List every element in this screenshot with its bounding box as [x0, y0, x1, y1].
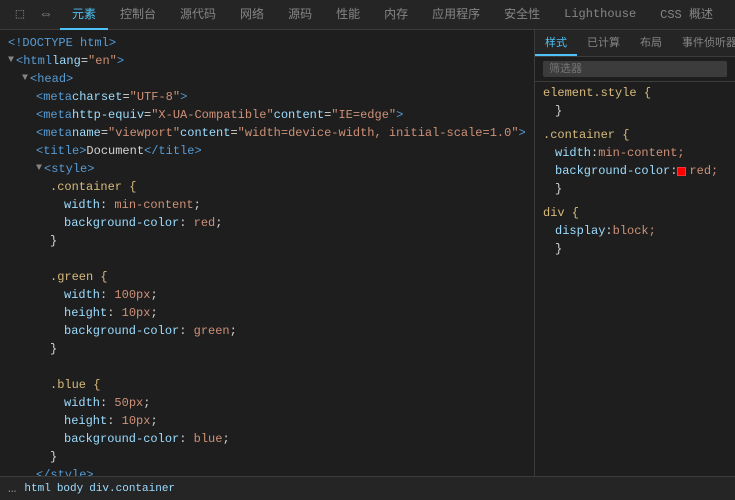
container-width-line: width: min-content;	[543, 144, 727, 162]
line-container-end: }	[0, 232, 534, 250]
line-blue-selector: .blue {	[0, 376, 534, 394]
element-style-end-brace: }	[543, 102, 727, 120]
line-blue-bgcolor: background-color: blue;	[0, 430, 534, 448]
line-style: <style>	[0, 160, 534, 178]
bottom-bar: … html body div.container	[0, 476, 735, 500]
line-head: <head>	[0, 70, 534, 88]
line-blue-height: height: 10px;	[0, 412, 534, 430]
container-style-rule: .container { width: min-content; backgro…	[543, 128, 727, 198]
element-style-selector: element.style {	[543, 86, 727, 100]
line-style-end: </style>	[0, 466, 534, 476]
styles-content: element.style { } .container { width: mi…	[535, 82, 735, 476]
tab-network[interactable]: 网络	[228, 0, 276, 30]
tab-sourcecode[interactable]: 源码	[276, 0, 324, 30]
line-doctype: <!DOCTYPE html>	[0, 34, 534, 52]
line-blank2	[0, 358, 534, 376]
line-blue-end: }	[0, 448, 534, 466]
line-title: <title>Document</title>	[0, 142, 534, 160]
line-container-selector: .container {	[0, 178, 534, 196]
container-end-brace: }	[543, 180, 727, 198]
tab-event-listeners[interactable]: 事件侦听器	[672, 30, 735, 56]
main-tab-bar: 元素 控制台 源代码 网络 源码 性能 内存 应用程序 安全性 Lighthou…	[60, 0, 725, 30]
tab-elements[interactable]: 元素	[60, 0, 108, 30]
tab-styles[interactable]: 样式	[535, 30, 577, 56]
tab-application[interactable]: 应用程序	[420, 0, 492, 30]
div-end-brace: }	[543, 240, 727, 258]
line-green-width: width: 100px;	[0, 286, 534, 304]
styles-tab-bar: 样式 已计算 布局 事件侦听器	[535, 30, 735, 57]
tab-performance[interactable]: 性能	[324, 0, 372, 30]
div-style-rule: div { display: block; }	[543, 206, 727, 258]
tab-css-overview[interactable]: CSS 概述	[648, 0, 725, 30]
breadcrumb-body[interactable]: body	[57, 483, 83, 495]
line-meta-viewport: <meta name="viewport" content="width=dev…	[0, 124, 534, 142]
inspect-icon[interactable]: ⬚	[8, 3, 32, 27]
tab-console[interactable]: 控制台	[108, 0, 168, 30]
line-green-selector: .green {	[0, 268, 534, 286]
tab-layout[interactable]: 布局	[630, 30, 672, 56]
styles-panel: 样式 已计算 布局 事件侦听器 element.style { } .conta…	[535, 30, 735, 476]
line-width: width: min-content;	[0, 196, 534, 214]
container-selector: .container {	[543, 128, 727, 142]
line-green-end: }	[0, 340, 534, 358]
line-blank1	[0, 250, 534, 268]
div-selector: div {	[543, 206, 727, 220]
line-bgcolor: background-color: red;	[0, 214, 534, 232]
filter-input[interactable]	[543, 61, 727, 77]
devtools-toolbar: ⬚ ⇔ 元素 控制台 源代码 网络 源码 性能 内存 应用程序 安全性 Ligh…	[0, 0, 735, 30]
breadcrumb-html[interactable]: html	[24, 483, 50, 495]
tab-security[interactable]: 安全性	[492, 0, 552, 30]
tab-lighthouse[interactable]: Lighthouse	[552, 0, 648, 30]
tab-memory[interactable]: 内存	[372, 0, 420, 30]
ellipsis-icon: …	[8, 481, 16, 497]
container-bgcolor-line: background-color: red;	[543, 162, 727, 180]
line-green-height: height: 10px;	[0, 304, 534, 322]
line-blue-width: width: 50px;	[0, 394, 534, 412]
tab-sources[interactable]: 源代码	[168, 0, 228, 30]
element-style-rule: element.style { }	[543, 86, 727, 120]
color-swatch-red	[677, 167, 686, 176]
div-display-line: display: block;	[543, 222, 727, 240]
line-green-bgcolor: background-color: green;	[0, 322, 534, 340]
line-meta-compat: <meta http-equiv="X-UA-Compatible" conte…	[0, 106, 534, 124]
tab-computed[interactable]: 已计算	[577, 30, 630, 56]
device-icon[interactable]: ⇔	[34, 3, 58, 27]
breadcrumb-div[interactable]: div.container	[89, 483, 175, 495]
elements-panel[interactable]: <!DOCTYPE html> <html lang="en"> <head> …	[0, 30, 535, 476]
line-html: <html lang="en">	[0, 52, 534, 70]
filter-bar	[535, 57, 735, 82]
main-content: <!DOCTYPE html> <html lang="en"> <head> …	[0, 30, 735, 476]
line-meta-charset: <meta charset="UTF-8">	[0, 88, 534, 106]
